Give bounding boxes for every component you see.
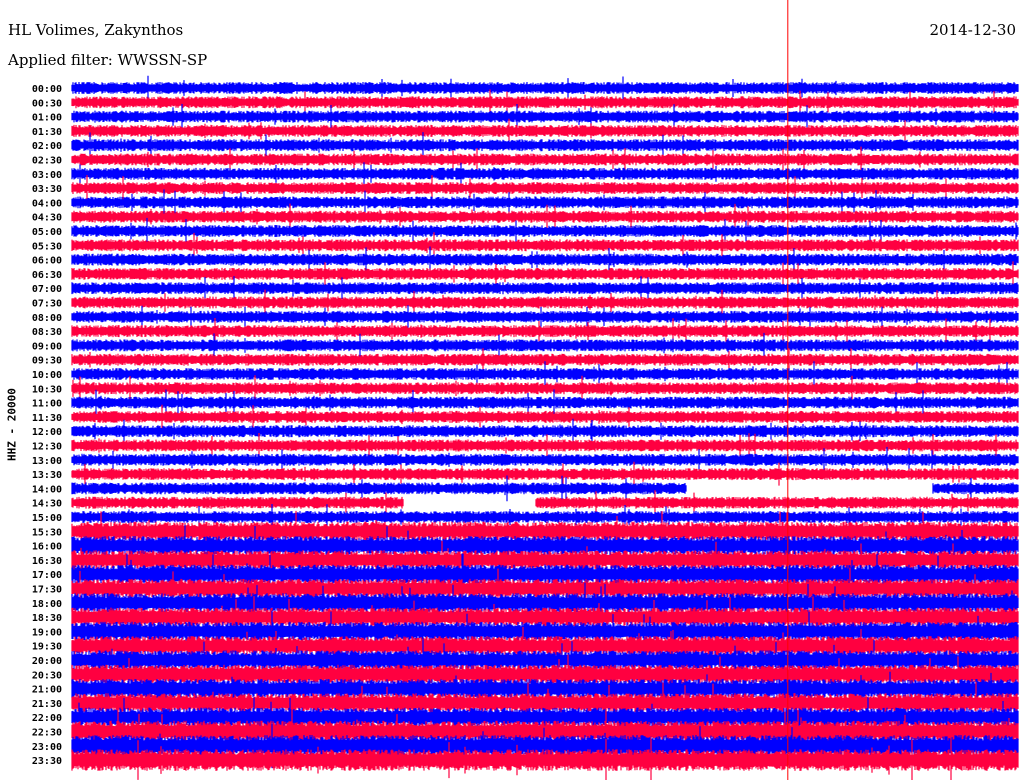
row-label: 19:00 (32, 627, 62, 638)
row-label: 10:30 (32, 384, 62, 395)
helicorder-plot: 00:00 00:30 01:00 01:30 02:00 02:30 03:00 03:30… (32, 0, 1019, 780)
row-label: 12:00 (32, 427, 62, 438)
row-label: 13:00 (32, 456, 62, 467)
row-label: 01:30 (32, 127, 62, 138)
row-label: 14:30 (32, 499, 62, 510)
row-label: 22:30 (32, 728, 62, 739)
row-label: 23:00 (32, 742, 62, 753)
row-label: 01:00 (32, 113, 62, 124)
row-label: 08:00 (32, 313, 62, 324)
row-label: 16:30 (32, 556, 62, 567)
row-label: 10:00 (32, 370, 62, 381)
row-label: 14:00 (32, 484, 62, 495)
row-label: 17:30 (32, 585, 62, 596)
row-label: 13:30 (32, 470, 62, 481)
row-label: 06:30 (32, 270, 62, 281)
trace-0300 (71, 162, 1019, 186)
row-label: 09:00 (32, 341, 62, 352)
row-label: 21:30 (32, 699, 62, 710)
row-label: 20:00 (32, 656, 62, 667)
trace-0700 (71, 276, 1019, 301)
row-label: 05:30 (32, 241, 62, 252)
row-label: 22:00 (32, 713, 62, 724)
trace-0630 (71, 261, 1019, 287)
row-label: 21:00 (32, 685, 62, 696)
row-label: 06:00 (32, 256, 62, 267)
row-label: 08:30 (32, 327, 62, 338)
row-label: 15:30 (32, 527, 62, 538)
row-label: 18:00 (32, 599, 62, 610)
row-label: 03:30 (32, 184, 62, 195)
row-label: 11:00 (32, 399, 62, 410)
trace-0800 (71, 305, 1019, 329)
row-label: 20:30 (32, 670, 62, 681)
row-label: 07:30 (32, 299, 62, 310)
row-label: 00:30 (32, 98, 62, 109)
row-label: 11:30 (32, 413, 62, 424)
trace-0900 (71, 332, 1019, 358)
row-label: 16:00 (32, 542, 62, 553)
row-label: 19:30 (32, 642, 62, 653)
row-label: 02:00 (32, 141, 62, 152)
row-label: 15:00 (32, 513, 62, 524)
row-label: 00:00 (32, 84, 62, 95)
row-label: 23:30 (32, 756, 62, 767)
row-label: 05:00 (32, 227, 62, 238)
trace-0130 (71, 118, 1019, 143)
row-label: 18:30 (32, 613, 62, 624)
row-label: 02:30 (32, 156, 62, 167)
row-label: 04:00 (32, 198, 62, 209)
trace-1330 (71, 461, 1019, 487)
row-label: 09:30 (32, 356, 62, 367)
trace-1200 (71, 418, 1019, 444)
row-label: 04:30 (32, 213, 62, 224)
row-label: 03:00 (32, 170, 62, 181)
row-label: 12:30 (32, 442, 62, 453)
trace-0730 (71, 289, 1019, 316)
row-label: 17:00 (32, 570, 62, 581)
row-label: 07:00 (32, 284, 62, 295)
